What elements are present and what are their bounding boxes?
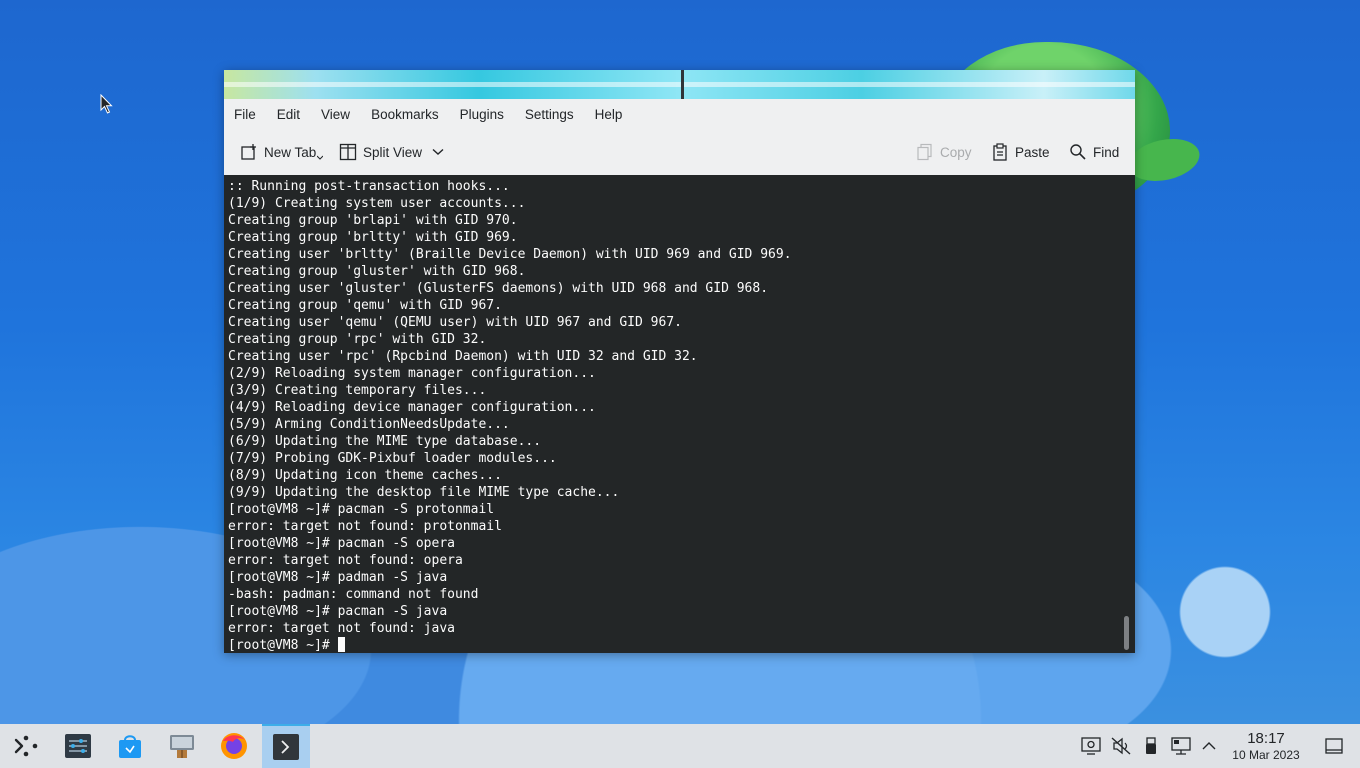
text-cursor <box>337 637 345 652</box>
terminal-line: [root@VM8 ~]# pacman -S protonmail <box>228 502 495 517</box>
menu-bar: File Edit View Bookmarks Plugins Setting… <box>224 99 1135 129</box>
terminal-line: Creating user 'qemu' (QEMU user) with UI… <box>228 315 682 330</box>
menu-bookmarks[interactable]: Bookmarks <box>371 107 439 122</box>
application-launcher-button[interactable] <box>6 724 46 768</box>
terminal-scrollbar[interactable] <box>1124 616 1129 650</box>
find-label: Find <box>1093 144 1120 160</box>
menu-help[interactable]: Help <box>595 107 623 122</box>
terminal-line: [root@VM8 ~]# padman -S java <box>228 570 448 585</box>
menu-view[interactable]: View <box>321 107 350 122</box>
terminal-prompt-line[interactable]: [root@VM8 ~]# <box>228 637 1135 653</box>
konsole-window[interactable]: File Edit View Bookmarks Plugins Setting… <box>224 70 1135 653</box>
menu-edit[interactable]: Edit <box>277 107 300 122</box>
split-view-button[interactable]: Split View <box>339 140 444 164</box>
terminal-line: [root@VM8 ~]# pacman -S opera <box>228 536 455 551</box>
terminal-line: error: target not found: java <box>228 621 455 636</box>
menu-file[interactable]: File <box>234 107 256 122</box>
terminal-line: Creating group 'brlapi' with GID 970. <box>228 213 518 228</box>
terminal-line: (8/9) Updating icon theme caches... <box>228 468 502 483</box>
terminal-line: Creating group 'qemu' with GID 967. <box>228 298 502 313</box>
paste-label: Paste <box>1015 144 1050 160</box>
terminal-view[interactable]: :: Running post-transaction hooks... (1/… <box>224 175 1135 653</box>
terminal-line: error: target not found: opera <box>228 553 463 568</box>
terminal-line: Creating user 'rpc' (Rpcbind Daemon) wit… <box>228 349 698 364</box>
terminal-line: (2/9) Reloading system manager configura… <box>228 366 596 381</box>
terminal-line: (5/9) Arming ConditionNeedsUpdate... <box>228 417 510 432</box>
terminal-line: error: target not found: protonmail <box>228 519 502 534</box>
chevron-up-icon[interactable] <box>1199 737 1219 755</box>
new-tab-label: New Tab <box>264 144 317 160</box>
terminal-line: Creating user 'brltty' (Braille Device D… <box>228 247 792 262</box>
terminal-line: Creating group 'brltty' with GID 969. <box>228 230 518 245</box>
chevron-down-icon[interactable] <box>432 148 444 156</box>
discover-task[interactable] <box>110 724 150 768</box>
terminal-line: (3/9) Creating temporary files... <box>228 383 487 398</box>
menu-plugins[interactable]: Plugins <box>460 107 504 122</box>
menu-settings[interactable]: Settings <box>525 107 574 122</box>
screen-record-icon[interactable] <box>1081 737 1101 755</box>
system-settings-task[interactable] <box>58 724 98 768</box>
terminal-line: (1/9) Creating system user accounts... <box>228 196 526 211</box>
show-desktop-icon[interactable] <box>1324 737 1344 755</box>
package-installer-task[interactable] <box>162 724 202 768</box>
network-wired-icon[interactable] <box>1171 737 1191 755</box>
new-tab-icon <box>241 144 256 160</box>
terminal-line: Creating group 'rpc' with GID 32. <box>228 332 487 347</box>
volume-muted-icon[interactable] <box>1111 737 1131 755</box>
konsole-task[interactable] <box>262 724 310 768</box>
copy-label: Copy <box>940 144 972 160</box>
firefox-task[interactable] <box>214 724 254 768</box>
clock-date[interactable]: 10 Mar 2023 <box>1222 748 1310 762</box>
terminal-line: :: Running post-transaction hooks... <box>228 179 510 194</box>
firefox-icon <box>221 733 247 759</box>
paste-icon <box>993 143 1007 161</box>
package-icon <box>170 735 194 758</box>
dropdown-indicator-icon <box>317 155 324 160</box>
terminal-line: Creating user 'gluster' (GlusterFS daemo… <box>228 281 769 296</box>
split-view-icon <box>339 143 357 161</box>
launcher-icon <box>14 735 38 757</box>
terminal-line: Creating group 'gluster' with GID 968. <box>228 264 526 279</box>
terminal-line: [root@VM8 ~]# pacman -S java <box>228 604 448 619</box>
terminal-line: -bash: padman: command not found <box>228 587 479 602</box>
terminal-line: (7/9) Probing GDK-Pixbuf loader modules.… <box>228 451 557 466</box>
terminal-line: (6/9) Updating the MIME type database... <box>228 434 542 449</box>
toolbar: New Tab Split View Copy Paste Find <box>224 129 1135 175</box>
copy-button[interactable]: Copy <box>916 140 972 164</box>
paste-button[interactable]: Paste <box>991 140 1050 164</box>
copy-icon <box>917 143 932 161</box>
taskbar: 18:17 10 Mar 2023 <box>0 724 1360 768</box>
new-tab-button[interactable]: New Tab <box>240 140 324 164</box>
store-bag-icon <box>119 735 141 758</box>
terminal-icon <box>273 734 299 760</box>
settings-icon <box>65 734 91 758</box>
terminal-line: (4/9) Reloading device manager configura… <box>228 400 596 415</box>
window-titlebar[interactable] <box>224 70 1135 99</box>
mouse-pointer-icon <box>100 94 113 114</box>
terminal-line: (9/9) Updating the desktop file MIME typ… <box>228 485 620 500</box>
clock-time[interactable]: 18:17 <box>1228 730 1304 747</box>
terminal-prompt: [root@VM8 ~]# <box>228 638 338 653</box>
search-icon <box>1070 144 1086 160</box>
split-view-label: Split View <box>363 144 423 160</box>
find-button[interactable]: Find <box>1069 140 1119 164</box>
usb-device-icon[interactable] <box>1141 737 1161 755</box>
